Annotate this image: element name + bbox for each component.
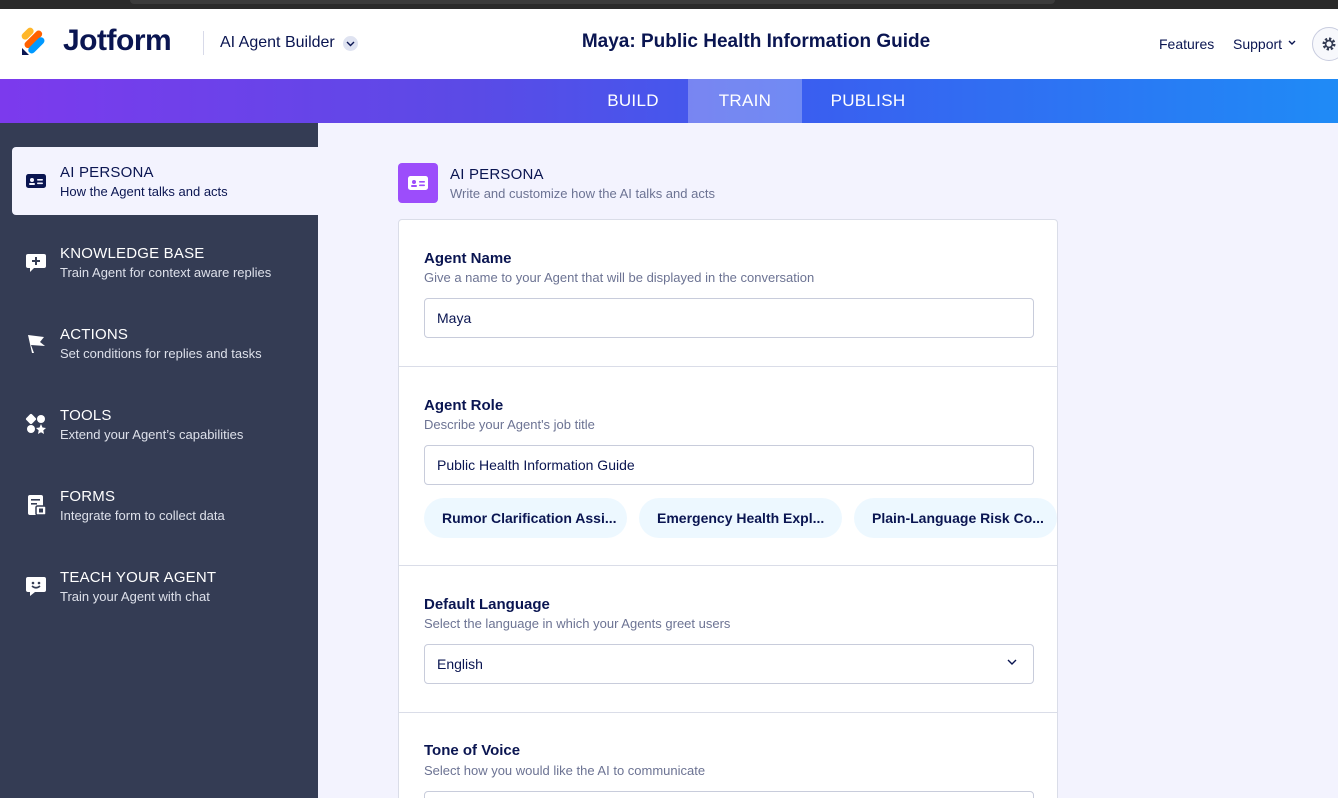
smile-chat-icon	[26, 577, 46, 596]
form-icon	[28, 495, 47, 516]
agent-name-input[interactable]: Maya	[424, 298, 1034, 338]
role-suggestion-chip[interactable]: Plain-Language Risk Co...	[854, 498, 1057, 538]
flag-icon	[28, 335, 45, 353]
train-sidebar: AI PERSONA How the Agent talks and acts …	[0, 123, 318, 798]
sidebar-item-subtitle: Set conditions for replies and tasks	[60, 346, 262, 361]
role-suggestion-chip[interactable]: Emergency Health Expl...	[639, 498, 842, 538]
tab-publish[interactable]: PUBLISH	[818, 79, 918, 123]
ai-persona-section-icon	[398, 163, 438, 203]
language-label: Default Language	[424, 596, 550, 613]
sidebar-item-tools[interactable]: TOOLS Extend your Agent’s capabilities	[12, 390, 318, 458]
agent-name-field: Agent Name Give a name to your Agent tha…	[399, 220, 1057, 367]
default-language-field: Default Language Select the language in …	[399, 566, 1057, 713]
persona-settings-card: Agent Name Give a name to your Agent tha…	[398, 219, 1058, 798]
gear-icon	[1322, 37, 1336, 51]
sidebar-item-title: AI PERSONA	[60, 164, 154, 181]
sidebar-item-subtitle: How the Agent talks and acts	[60, 184, 228, 199]
agent-name-description: Give a name to your Agent that will be d…	[424, 270, 815, 285]
role-suggestion-chip[interactable]: Rumor Clarification Assi...	[424, 498, 627, 538]
sidebar-item-teach-your-agent[interactable]: TEACH YOUR AGENT Train your Agent with c…	[12, 552, 318, 620]
settings-button[interactable]	[1312, 27, 1338, 61]
id-card-icon	[408, 176, 428, 190]
sidebar-item-title: TOOLS	[60, 407, 112, 424]
section-title: AI PERSONA	[450, 166, 544, 183]
sidebar-item-forms[interactable]: FORMS Integrate form to collect data	[12, 471, 318, 539]
sidebar-item-subtitle: Train your Agent with chat	[60, 589, 210, 604]
chat-plus-icon	[26, 254, 46, 272]
agent-title-wrap: Maya: Public Health Information Guide	[0, 31, 1338, 53]
sidebar-item-title: FORMS	[60, 488, 116, 505]
agent-role-description: Describe your Agent's job title	[424, 417, 595, 432]
chevron-down-icon	[1007, 659, 1017, 665]
tone-of-voice-field: Tone of Voice Select how you would like …	[399, 713, 1057, 798]
tone-description: Select how you would like the AI to comm…	[424, 763, 706, 778]
app-header: Jotform AI Agent Builder Maya: Public He…	[0, 9, 1338, 79]
language-description: Select the language in which your Agents…	[424, 616, 731, 631]
sidebar-item-subtitle: Extend your Agent’s capabilities	[60, 427, 244, 442]
sidebar-item-title: TEACH YOUR AGENT	[60, 569, 217, 586]
sidebar-item-title: KNOWLEDGE BASE	[60, 245, 205, 262]
browser-tab-bar	[130, 0, 1055, 4]
agent-title[interactable]: Maya: Public Health Information Guide	[582, 31, 930, 53]
tab-build[interactable]: BUILD	[590, 79, 676, 123]
agent-role-label: Agent Role	[424, 397, 504, 414]
tone-label: Tone of Voice	[424, 742, 521, 759]
sidebar-item-title: ACTIONS	[60, 326, 129, 343]
sidebar-item-ai-persona[interactable]: AI PERSONA How the Agent talks and acts	[12, 147, 318, 215]
shapes-icon	[25, 413, 46, 434]
agent-role-input[interactable]: Public Health Information Guide	[424, 445, 1034, 485]
sidebar-item-subtitle: Train Agent for context aware replies	[60, 265, 272, 280]
language-select-value: English	[437, 656, 483, 672]
id-card-icon	[26, 174, 46, 188]
tab-train[interactable]: TRAIN	[688, 79, 802, 123]
nav-support-link[interactable]: Support	[1233, 36, 1282, 52]
nav-features-link[interactable]: Features	[1159, 36, 1214, 52]
browser-top-strip	[0, 0, 1338, 9]
section-subtitle: Write and customize how the AI talks and…	[450, 186, 715, 201]
sidebar-item-actions[interactable]: ACTIONS Set conditions for replies and t…	[12, 309, 318, 377]
sidebar-item-knowledge-base[interactable]: KNOWLEDGE BASE Train Agent for context a…	[12, 228, 318, 296]
tone-select[interactable]	[424, 791, 1034, 798]
sidebar-item-subtitle: Integrate form to collect data	[60, 508, 225, 523]
agent-name-label: Agent Name	[424, 250, 512, 267]
language-select[interactable]: English	[424, 644, 1034, 684]
builder-tab-bar: BUILD TRAIN PUBLISH	[0, 79, 1338, 123]
support-chevron-icon[interactable]	[1288, 40, 1296, 46]
